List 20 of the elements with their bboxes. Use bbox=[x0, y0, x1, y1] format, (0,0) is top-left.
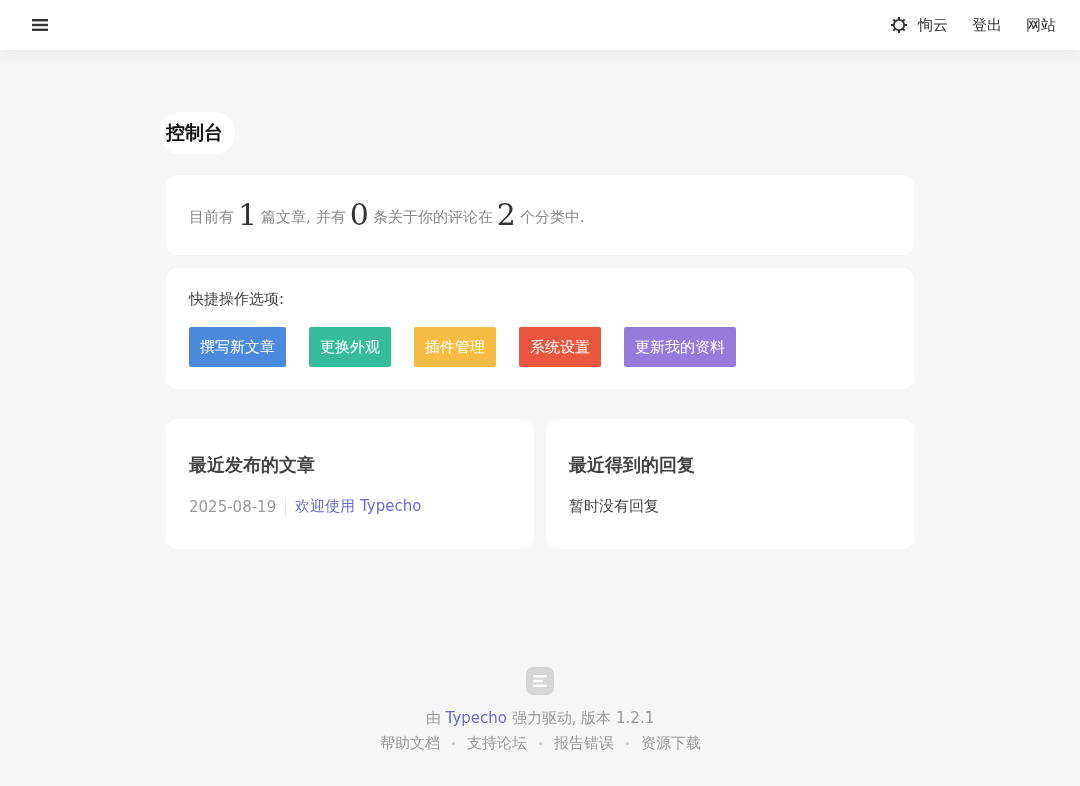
page-title: 控制台 bbox=[160, 112, 235, 154]
card-title: 最近得到的回复 bbox=[569, 453, 696, 477]
header-link[interactable]: 网站 bbox=[1026, 15, 1056, 35]
credit-text: 由 Typecho 强力驱动, 版本 1.2.1 bbox=[424, 709, 656, 728]
empty-message: 暂时没有回复 bbox=[569, 497, 660, 516]
quick-actions-label: 快捷操作选项: bbox=[189, 290, 286, 309]
user-link[interactable]: 恂云 bbox=[918, 15, 948, 35]
footer-link[interactable]: 帮助文档 bbox=[379, 734, 440, 753]
quick-action-button[interactable]: 系统设置 bbox=[519, 327, 601, 367]
footer-link[interactable]: 报告错误 bbox=[553, 734, 614, 753]
card-title: 最近发布的文章 bbox=[189, 453, 316, 477]
post-link[interactable]: 欢迎使用 Typecho bbox=[295, 497, 422, 516]
typecho-link[interactable]: Typecho bbox=[445, 709, 507, 727]
quick-action-button[interactable]: 更换外观 bbox=[309, 327, 391, 367]
post-date: 2025-08-19 bbox=[189, 497, 287, 516]
footer-link[interactable]: 资源下载 bbox=[640, 734, 701, 753]
footer-link[interactable]: 支持论坛 bbox=[466, 734, 527, 753]
quick-action-button[interactable]: 撰写新文章 bbox=[189, 327, 286, 367]
quick-action-button[interactable]: 更新我的资料 bbox=[624, 327, 736, 367]
header-link[interactable]: 登出 bbox=[972, 15, 1002, 35]
